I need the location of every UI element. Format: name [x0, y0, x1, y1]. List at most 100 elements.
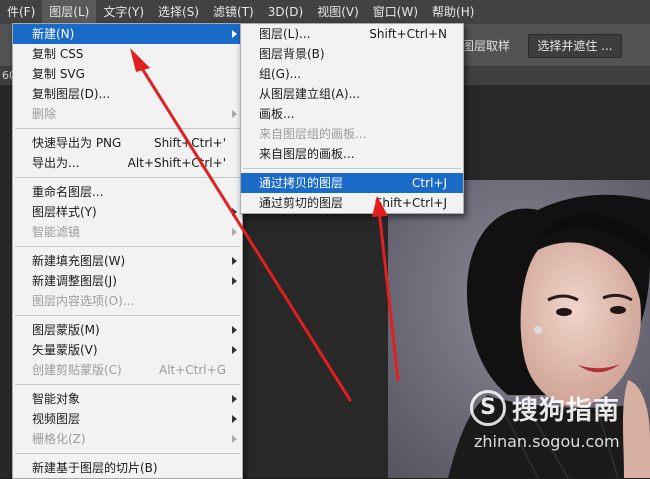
sogou-logo-icon: S	[470, 390, 506, 426]
menu-item-label: 图层内容选项(O)...	[32, 294, 135, 308]
layer-menu-item-2[interactable]: 复制 SVG	[13, 64, 242, 84]
new-submenu-item-9[interactable]: 通过剪切的图层 Shift+Ctrl+J	[241, 193, 463, 213]
layer-menu-item-4: 删除	[13, 104, 242, 124]
menu-item-label: 新建基于图层的切片(B)	[32, 461, 158, 475]
menu-item-label: 创建剪贴蒙版(C)	[32, 363, 122, 377]
menu-bar: 件(F) 图层(L) 文字(Y) 选择(S) 滤镜(T) 3D(D) 视图(V) 窗口(W) 帮…	[0, 0, 650, 24]
new-submenu-item-1[interactable]: 图层背景(B)	[241, 44, 463, 64]
menu-item-label: 图层样式(Y)	[32, 205, 97, 219]
new-submenu-item-8[interactable]: 通过拷贝的图层 Ctrl+J	[241, 173, 463, 193]
menu-item-label: 重命名图层...	[32, 185, 104, 199]
menu-separator	[15, 177, 240, 178]
menu-item-label: 智能滤镜	[32, 225, 81, 239]
menu-item-label: 复制 SVG	[32, 67, 85, 81]
menu-item-label: 视频图层	[32, 412, 81, 426]
menu-item-shortcut: Shift+Ctrl+J	[374, 196, 447, 210]
menu-item-label: 复制 CSS	[32, 47, 84, 61]
layer-menu-item-22[interactable]: 视频图层	[13, 409, 242, 429]
layer-menu-item-7[interactable]: 导出为... Alt+Shift+Ctrl+'	[13, 153, 242, 173]
menu-item-label: 来自图层组的画板...	[259, 127, 367, 141]
menubar-item-0[interactable]: 件(F)	[0, 0, 42, 24]
layer-menu-item-0[interactable]: 新建(N)	[13, 24, 242, 44]
menu-item-label: 通过拷贝的图层	[259, 176, 344, 190]
menu-separator	[15, 246, 240, 247]
layer-menu: 新建(N) 复制 CSS 复制 SVG 复制图层(D)... 删除快速导出为 PNG Sh…	[12, 23, 243, 479]
menu-separator	[15, 384, 240, 385]
menu-item-shortcut: Ctrl+J	[412, 176, 447, 190]
layer-menu-item-10[interactable]: 图层样式(Y)	[13, 202, 242, 222]
submenu-arrow-icon	[232, 257, 237, 265]
menubar-item-4[interactable]: 滤镜(T)	[206, 0, 261, 24]
menu-item-label: 新建(N)	[32, 27, 75, 41]
menu-item-shortcut: Alt+Shift+Ctrl+'	[127, 156, 226, 170]
menu-item-label: 矢量蒙版(V)	[32, 343, 98, 357]
layer-menu-item-13[interactable]: 新建填充图层(W)	[13, 251, 242, 271]
menubar-item-5[interactable]: 3D(D)	[261, 0, 310, 24]
menu-item-label: 复制图层(D)...	[32, 87, 111, 101]
submenu-arrow-icon	[232, 415, 237, 423]
menu-item-label: 图层蒙版(M)	[32, 323, 100, 337]
layer-menu-item-18[interactable]: 矢量蒙版(V)	[13, 340, 242, 360]
menu-item-shortcut: Shift+Ctrl+N	[369, 27, 447, 41]
submenu-arrow-icon	[232, 228, 237, 236]
submenu-arrow-icon	[232, 346, 237, 354]
menu-item-shortcut: Alt+Ctrl+G	[158, 363, 226, 377]
layer-menu-item-23: 栅格化(Z)	[13, 429, 242, 449]
menubar-item-7[interactable]: 窗口(W)	[366, 0, 425, 24]
watermark-url: zhinan.sogou.com	[474, 432, 620, 451]
sample-layers-label: 图层取样	[462, 39, 511, 53]
menubar-item-2[interactable]: 文字(Y)	[96, 0, 151, 24]
submenu-arrow-icon	[232, 326, 237, 334]
layer-menu-item-19: 创建剪贴蒙版(C) Alt+Ctrl+G	[13, 360, 242, 380]
new-submenu-item-2[interactable]: 组(G)...	[241, 64, 463, 84]
layer-menu-item-3[interactable]: 复制图层(D)...	[13, 84, 242, 104]
menu-item-label: 通过剪切的图层	[259, 196, 344, 210]
menubar-item-1[interactable]: 图层(L)	[42, 0, 97, 24]
submenu-arrow-icon	[232, 110, 237, 118]
menu-separator	[15, 128, 240, 129]
select-and-mask-button[interactable]: 选择并遮住 ...	[528, 34, 622, 58]
layer-menu-item-9[interactable]: 重命名图层...	[13, 182, 242, 202]
new-submenu-item-3[interactable]: 从图层建立组(A)...	[241, 84, 463, 104]
sogou-watermark: S 搜狗指南 zhinan.sogou.com	[470, 388, 648, 458]
submenu-arrow-icon	[232, 277, 237, 285]
menu-item-label: 新建填充图层(W)	[32, 254, 126, 268]
menubar-item-3[interactable]: 选择(S)	[151, 0, 206, 24]
menu-item-label: 导出为...	[32, 156, 80, 170]
layer-menu-item-14[interactable]: 新建调整图层(J)	[13, 271, 242, 291]
new-submenu-item-5: 来自图层组的画板...	[241, 124, 463, 144]
new-submenu: 图层(L)... Shift+Ctrl+N 图层背景(B) 组(G)... 从图层建立组…	[240, 23, 464, 214]
menu-separator	[243, 168, 461, 169]
submenu-arrow-icon	[232, 30, 237, 38]
submenu-arrow-icon	[232, 395, 237, 403]
new-submenu-item-6[interactable]: 来自图层的画板...	[241, 144, 463, 164]
menu-separator	[15, 315, 240, 316]
menu-item-label: 栅格化(Z)	[32, 432, 86, 446]
menubar-item-6[interactable]: 视图(V)	[310, 0, 366, 24]
menubar-item-8[interactable]: 帮助(H)	[425, 0, 481, 24]
menu-item-label: 智能对象	[32, 392, 81, 406]
layer-menu-item-25[interactable]: 新建基于图层的切片(B)	[13, 458, 242, 478]
menu-item-shortcut: Shift+Ctrl+'	[153, 136, 226, 150]
submenu-arrow-icon	[232, 208, 237, 216]
layer-menu-item-6[interactable]: 快速导出为 PNG Shift+Ctrl+'	[13, 133, 242, 153]
menu-item-label: 新建调整图层(J)	[32, 274, 117, 288]
layer-menu-item-17[interactable]: 图层蒙版(M)	[13, 320, 242, 340]
menu-separator	[15, 453, 240, 454]
layer-menu-item-11: 智能滤镜	[13, 222, 242, 242]
watermark-title: 搜狗指南	[512, 396, 621, 426]
layer-menu-item-21[interactable]: 智能对象	[13, 389, 242, 409]
layer-menu-item-15: 图层内容选项(O)...	[13, 291, 242, 311]
layer-menu-item-1[interactable]: 复制 CSS	[13, 44, 242, 64]
submenu-arrow-icon	[232, 435, 237, 443]
new-submenu-item-0[interactable]: 图层(L)... Shift+Ctrl+N	[241, 24, 463, 44]
new-submenu-item-4[interactable]: 画板...	[241, 104, 463, 124]
menu-item-label: 组(G)...	[259, 67, 302, 81]
menu-item-label: 快速导出为 PNG	[32, 136, 122, 150]
menu-item-label: 删除	[32, 107, 57, 121]
menu-item-label: 图层背景(B)	[259, 47, 325, 61]
menu-item-label: 从图层建立组(A)...	[259, 87, 361, 101]
menu-item-label: 来自图层的画板...	[259, 147, 355, 161]
menu-item-label: 画板...	[259, 107, 295, 121]
menu-item-label: 图层(L)...	[259, 27, 311, 41]
